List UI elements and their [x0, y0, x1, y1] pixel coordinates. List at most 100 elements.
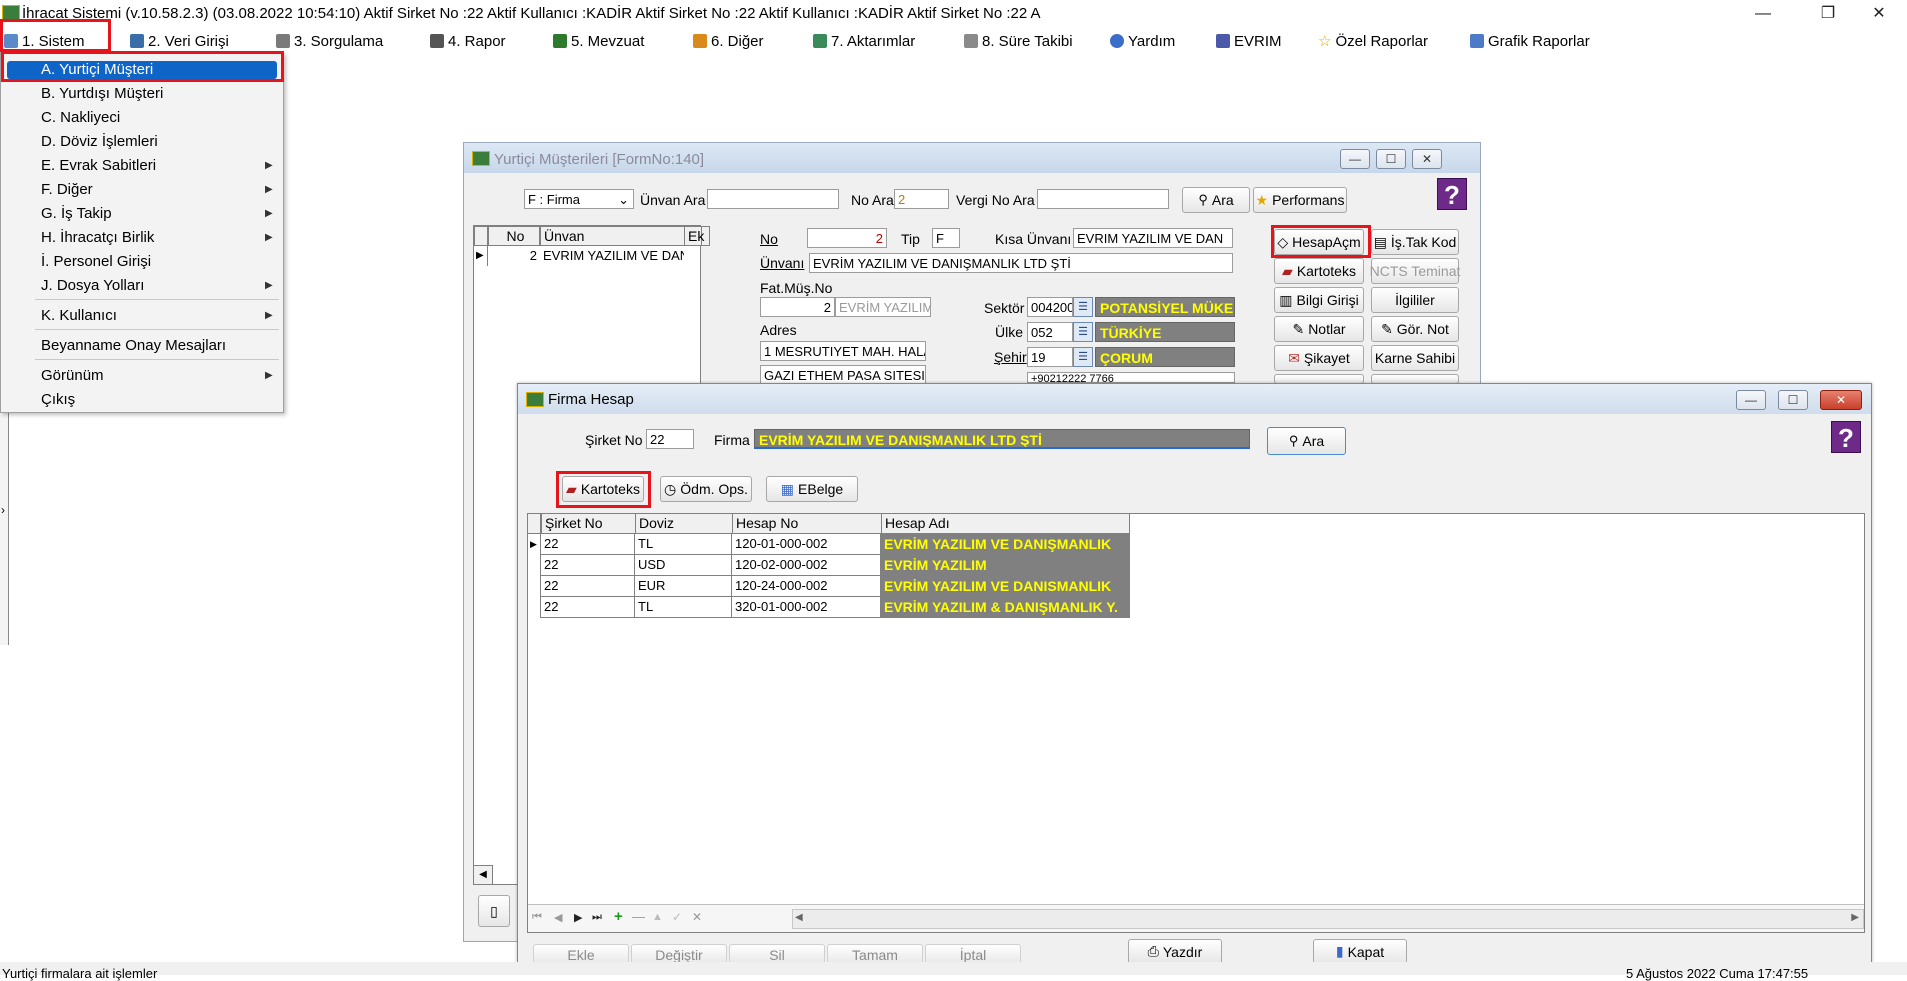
table-row-no[interactable]: 2	[488, 246, 540, 266]
fat-mus-no-label: Fat.Müş.No	[760, 280, 833, 296]
nav-cancel-icon[interactable]: ✕	[692, 910, 702, 924]
menu-item-yurtdisi-musteri[interactable]: B. Yurtdışı Müşteri	[41, 85, 163, 102]
menu-item-nakliyeci[interactable]: C. Nakliyeci	[41, 109, 120, 126]
help-question-icon[interactable]: ?	[1437, 178, 1467, 210]
menu-grafik-raporlar[interactable]: Grafik Raporlar	[1470, 31, 1590, 51]
sirket-no-field[interactable]: 22	[646, 429, 694, 449]
vergi-search-input[interactable]	[1037, 189, 1169, 209]
notlar-button[interactable]: ✎ Notlar	[1274, 316, 1364, 342]
menu-mevzuat[interactable]: 5. Mevzuat	[553, 31, 644, 51]
menu-sure-takibi[interactable]: 8. Süre Takibi	[964, 31, 1073, 51]
ilgililer-button[interactable]: İlgililer	[1371, 287, 1459, 313]
sehir-lookup-icon[interactable]: ☰	[1073, 347, 1093, 367]
yazdir-button[interactable]: ⎙ Yazdır	[1128, 939, 1222, 964]
menu-yardim[interactable]: Yardım	[1110, 31, 1175, 51]
kapat-button[interactable]: ▮ Kapat	[1313, 939, 1407, 964]
menu-veri-girisi[interactable]: 2. Veri Girişi	[130, 31, 229, 51]
expand-arrow-icon[interactable]: ›	[1, 503, 5, 517]
menu-item-personel-girisi[interactable]: İ. Personel Girişi	[41, 253, 151, 270]
table-row-unvan[interactable]: EVRIM YAZILIM VE DAN	[540, 246, 684, 266]
ara-button[interactable]: ⚲ Ara	[1182, 187, 1250, 213]
restore-button[interactable]: ❐	[1805, 2, 1851, 26]
karne-sahibi-button[interactable]: Karne Sahibi	[1371, 345, 1459, 371]
col-header-doviz[interactable]: Doviz	[635, 514, 733, 534]
grid-header-ek[interactable]: Ek	[684, 226, 704, 246]
nav-delete-icon[interactable]: —	[632, 909, 645, 924]
scroll-left-icon[interactable]: ◀	[473, 865, 493, 885]
ebelge-icon: ▦	[780, 480, 795, 497]
grid-header-no[interactable]: No	[488, 226, 540, 246]
bilgi-girisi-button[interactable]: ▥ Bilgi Girişi	[1274, 287, 1364, 313]
odm-ops-button[interactable]: ◷ Ödm. Ops.	[660, 476, 752, 502]
col-header-hesap-no[interactable]: Hesap No	[732, 514, 882, 534]
nav-last-icon[interactable]: ⏭	[592, 911, 602, 924]
performans-button[interactable]: ★ Performans	[1253, 187, 1347, 213]
close-button[interactable]: ✕	[1856, 2, 1902, 26]
tip-field[interactable]: F	[932, 228, 960, 248]
help-question-icon[interactable]: ?	[1831, 421, 1861, 453]
no-field[interactable]: 2	[807, 228, 887, 248]
ara-button[interactable]: ⚲ Ara	[1267, 427, 1346, 455]
nav-next-icon[interactable]: ▶	[574, 911, 582, 924]
kartoteks-button[interactable]: ▰ Kartoteks	[1274, 258, 1364, 284]
maximize-icon[interactable]: ☐	[1778, 390, 1808, 410]
notes-icon: ✎	[1292, 320, 1305, 337]
horizontal-scrollbar[interactable]: ◀ ▶	[792, 909, 1864, 929]
is-takip-kod-button[interactable]: ▤ İş.Tak Kod	[1371, 229, 1459, 255]
document-icon[interactable]: ▯	[478, 895, 510, 927]
ncts-teminat-button[interactable]: NCTS Teminat	[1370, 258, 1460, 284]
menu-item-evrak-sabitleri[interactable]: E. Evrak Sabitleri	[41, 157, 156, 174]
adres-line1[interactable]: 1 MESRUTIYET MAH. HALASKA	[760, 341, 926, 361]
menu-aktarimlar[interactable]: 7. Aktarımlar	[813, 31, 915, 51]
ulke-lookup-icon[interactable]: ☰	[1073, 322, 1093, 342]
close-icon[interactable]: ✕	[1412, 149, 1442, 169]
sehir-code-field[interactable]: 19	[1027, 347, 1073, 367]
nav-add-icon[interactable]: +	[614, 908, 623, 925]
adres-line2[interactable]: GAZI ETHEM PASA SITESI NO:1	[760, 365, 926, 385]
menu-item-is-takip[interactable]: G. İş Takip	[41, 205, 112, 222]
menu-item-beyanname-onay[interactable]: Beyanname Onay Mesajları	[41, 337, 226, 354]
close-icon[interactable]: ✕	[1820, 390, 1862, 410]
sikayet-button[interactable]: ✉ Şikayet	[1274, 345, 1364, 371]
menu-item-gorunum[interactable]: Görünüm	[41, 367, 104, 384]
nav-first-icon[interactable]: ⏮	[532, 911, 542, 924]
minimize-button[interactable]: —	[1740, 2, 1786, 26]
menu-item-doviz-islemleri[interactable]: D. Döviz İşlemleri	[41, 133, 158, 150]
minimize-icon[interactable]: —	[1340, 149, 1370, 169]
nav-prev-icon[interactable]: ◀	[554, 911, 562, 924]
unvan-search-input[interactable]	[707, 189, 839, 209]
kisa-unvan-field[interactable]: EVRIM YAZILIM VE DAN	[1073, 228, 1233, 248]
gor-not-button[interactable]: ✎ Gör. Not	[1371, 316, 1459, 342]
menu-item-kullanici[interactable]: K. Kullanıcı	[41, 307, 117, 324]
menu-sorgulama[interactable]: 3. Sorgulama	[276, 31, 383, 51]
sektor-lookup-icon[interactable]: ☰	[1073, 297, 1093, 317]
nav-post-icon[interactable]: ✓	[672, 910, 682, 924]
menu-diger[interactable]: 6. Diğer	[693, 31, 764, 51]
transfer-icon	[813, 34, 827, 48]
menu-separator	[35, 299, 279, 300]
type-select[interactable]: F : Firma ⌄	[524, 189, 634, 209]
menu-rapor[interactable]: 4. Rapor	[430, 31, 506, 51]
menu-ozel-raporlar[interactable]: ☆ Özel Raporlar	[1318, 31, 1428, 51]
fat-mus-no-field[interactable]: 2	[760, 297, 835, 317]
col-header-hesap-adi[interactable]: Hesap Adı	[881, 514, 1130, 534]
menu-item-ihracatci-birlik[interactable]: H. İhracatçı Birlik	[41, 229, 154, 246]
minimize-icon[interactable]: —	[1736, 390, 1766, 410]
kisa-unvan-label: Kısa Ünvanı	[995, 231, 1072, 247]
tel-field[interactable]: +90212222 7766	[1027, 372, 1235, 383]
menu-item-cikis[interactable]: Çıkış	[41, 391, 75, 408]
no-search-input[interactable]: 2	[894, 189, 949, 209]
menu-item-dosya-yollari[interactable]: J. Dosya Yolları	[41, 277, 144, 294]
sektor-code-field[interactable]: 004200	[1027, 297, 1073, 317]
help-icon	[1110, 34, 1124, 48]
menu-item-diger[interactable]: F. Diğer	[41, 181, 93, 198]
printer-icon	[430, 34, 444, 48]
maximize-icon[interactable]: ☐	[1376, 149, 1406, 169]
unvan-field[interactable]: EVRİM YAZILIM VE DANIŞMANLIK LTD ŞTİ	[809, 253, 1233, 273]
ulke-code-field[interactable]: 052	[1027, 322, 1073, 342]
sirket-no-label: Şirket No	[585, 432, 643, 448]
menu-evrim[interactable]: EVRIM	[1216, 31, 1282, 51]
nav-edit-icon[interactable]: ▲	[652, 911, 663, 923]
ebelge-button[interactable]: ▦ EBelge	[766, 476, 858, 502]
col-header-sirket-no[interactable]: Şirket No	[541, 514, 636, 534]
